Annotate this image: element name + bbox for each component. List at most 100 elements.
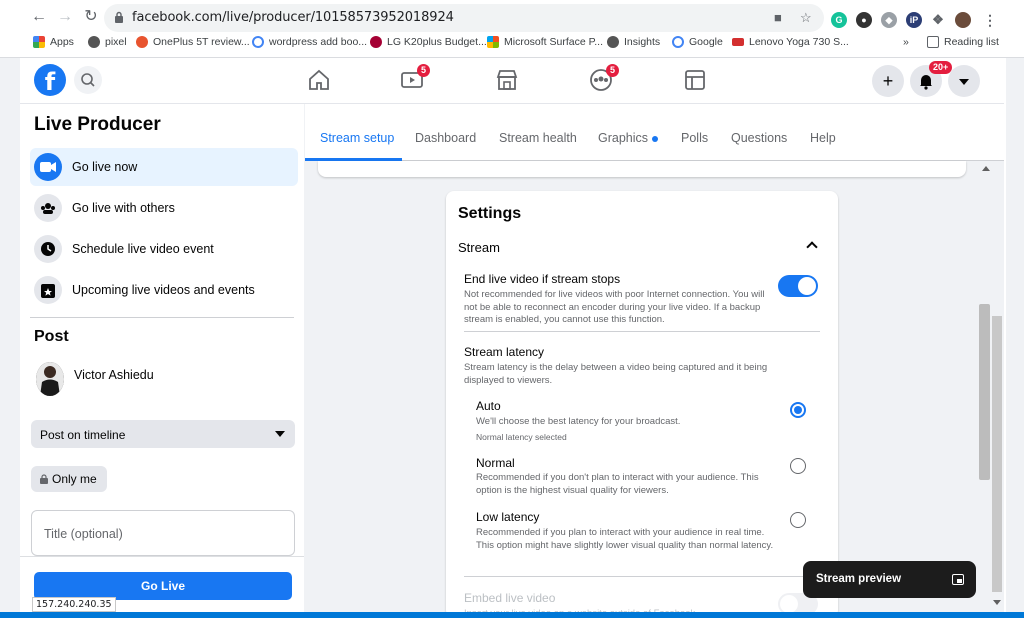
video-camera-icon — [34, 153, 62, 181]
extension-icon[interactable]: ● — [856, 12, 872, 28]
clock-icon — [34, 235, 62, 263]
home-icon[interactable] — [307, 68, 331, 92]
post-target-select[interactable]: Post on timeline — [31, 420, 295, 448]
more-bookmarks[interactable]: » — [903, 36, 909, 48]
bookmark-lenovo[interactable]: Lenovo Yoga 730 S... — [732, 36, 849, 48]
bookmark-wordpress[interactable]: wordpress add boo... — [252, 36, 367, 48]
back-icon[interactable]: ← — [28, 6, 50, 28]
sidebar-item-schedule[interactable]: Schedule live video event — [30, 230, 298, 268]
bookmarks-bar: Apps pixel OnePlus 5T review... wordpres… — [0, 34, 1024, 54]
latency-low-radio[interactable] — [790, 512, 806, 528]
end-live-toggle[interactable] — [778, 275, 818, 297]
profile-avatar[interactable] — [955, 12, 971, 28]
puzzle-icon[interactable]: ❖ — [930, 12, 946, 28]
latency-auto-label: Auto — [476, 399, 501, 413]
settings-card: Settings Stream End live video if stream… — [446, 191, 838, 618]
tab-questions[interactable]: Questions — [731, 131, 787, 145]
watch-badge: 5 — [417, 64, 431, 77]
google-icon — [672, 36, 684, 48]
bookmark-pixel[interactable]: pixel — [88, 36, 127, 48]
title-input[interactable]: Title (optional) — [31, 510, 295, 556]
scrollbar-thumb[interactable] — [979, 304, 990, 480]
camera-icon[interactable]: ■ — [774, 10, 782, 25]
section-divider — [464, 576, 820, 577]
url-text[interactable]: facebook.com/live/producer/1015857395201… — [132, 10, 454, 25]
sidebar-item-go-live-now[interactable]: Go live now — [30, 148, 298, 186]
sidebar-item-go-live-with-others[interactable]: Go live with others — [30, 189, 298, 227]
taskbar-edge — [0, 612, 1024, 618]
chevron-up-icon[interactable] — [806, 241, 818, 253]
facebook-logo-icon[interactable]: f — [34, 64, 66, 96]
search-icon — [81, 73, 95, 87]
avatar[interactable] — [36, 362, 64, 396]
tab-stream-health[interactable]: Stream health — [499, 131, 577, 145]
star-icon[interactable]: ☆ — [800, 10, 812, 26]
djibit-icon — [732, 38, 744, 46]
go-live-button[interactable]: Go Live — [34, 572, 292, 600]
account-button[interactable] — [948, 65, 980, 97]
grammarly-icon[interactable]: G — [831, 12, 847, 28]
apple-icon — [88, 36, 100, 48]
caret-down-icon — [275, 431, 285, 437]
scroll-up-icon[interactable] — [982, 166, 990, 171]
bookmark-lg[interactable]: LG K20plus Budget... — [370, 36, 487, 48]
section-divider — [464, 331, 820, 332]
ip-icon[interactable]: iP — [906, 12, 922, 28]
gaming-icon[interactable] — [683, 68, 707, 92]
create-button[interactable]: + — [872, 65, 904, 97]
latency-help: Stream latency is the delay between a vi… — [464, 362, 768, 386]
browser-toolbar: ← → ↻ facebook.com/live/producer/1015857… — [0, 4, 1024, 32]
shield-icon[interactable]: ◆ — [881, 12, 897, 28]
sidebar-divider — [30, 317, 294, 318]
tab-graphics[interactable]: Graphics — [598, 131, 659, 145]
address-bar[interactable]: facebook.com/live/producer/1015857395201… — [104, 4, 824, 32]
oneplus-icon — [136, 36, 148, 48]
previous-card-bottom — [318, 161, 966, 177]
bookmark-insights[interactable]: Insights — [607, 36, 660, 48]
post-section-title: Post — [34, 328, 69, 345]
scroll-down-icon[interactable] — [993, 600, 1001, 605]
stream-preview-button[interactable]: Stream preview — [803, 561, 976, 598]
live-producer-sidebar: Live Producer Go live now Go live with o… — [20, 104, 304, 618]
microsoft-icon — [487, 36, 499, 48]
window-edge — [1004, 58, 1006, 618]
calendar-star-icon — [34, 276, 62, 304]
page-scrollbar-thumb[interactable] — [992, 316, 1002, 592]
latency-auto-help: We'll choose the best latency for your b… — [476, 416, 681, 427]
forward-icon[interactable]: → — [54, 6, 76, 28]
tab-dashboard[interactable]: Dashboard — [415, 131, 476, 145]
stream-section-header[interactable]: Stream — [458, 240, 500, 255]
search-button[interactable] — [74, 66, 102, 94]
bookmark-apps[interactable]: Apps — [33, 36, 74, 48]
end-live-label: End live video if stream stops — [464, 272, 621, 286]
latency-auto-radio[interactable] — [790, 402, 806, 418]
group-icon — [34, 194, 62, 222]
reload-icon[interactable]: ↻ — [80, 6, 102, 28]
new-indicator-dot — [652, 135, 659, 142]
google-icon — [252, 36, 264, 48]
marketplace-icon[interactable] — [495, 68, 519, 92]
privacy-button[interactable]: Only me — [31, 466, 107, 492]
latency-low-label: Low latency — [476, 510, 540, 524]
producer-tabs: Stream setup Dashboard Stream health Gra… — [305, 104, 1005, 161]
reading-list[interactable]: Reading list — [927, 36, 999, 48]
reading-list-icon — [927, 36, 939, 48]
tab-help[interactable]: Help — [810, 131, 836, 145]
bookmark-microsoft[interactable]: Microsoft Surface P... — [487, 36, 603, 48]
latency-low-help: Recommended if you plan to interact with… — [476, 527, 774, 551]
groups-badge: 5 — [606, 64, 620, 77]
lg-icon — [370, 36, 382, 48]
tab-polls[interactable]: Polls — [681, 131, 708, 145]
menu-icon[interactable]: ⋮ — [982, 12, 998, 28]
bookmark-oneplus[interactable]: OnePlus 5T review... — [136, 36, 250, 48]
user-name[interactable]: Victor Ashiedu — [74, 368, 154, 382]
latency-auto-note: Normal latency selected — [476, 432, 567, 442]
sidebar-item-upcoming[interactable]: Upcoming live videos and events — [30, 271, 298, 309]
latency-normal-radio[interactable] — [790, 458, 806, 474]
tab-stream-setup[interactable]: Stream setup — [320, 131, 394, 145]
end-live-help: Not recommended for live videos with poo… — [464, 289, 765, 325]
globe-icon — [607, 36, 619, 48]
triangle-down-icon — [959, 79, 969, 85]
bookmark-google[interactable]: Google — [672, 36, 723, 48]
latency-normal-help: Recommended if you don't plan to interac… — [476, 472, 759, 496]
